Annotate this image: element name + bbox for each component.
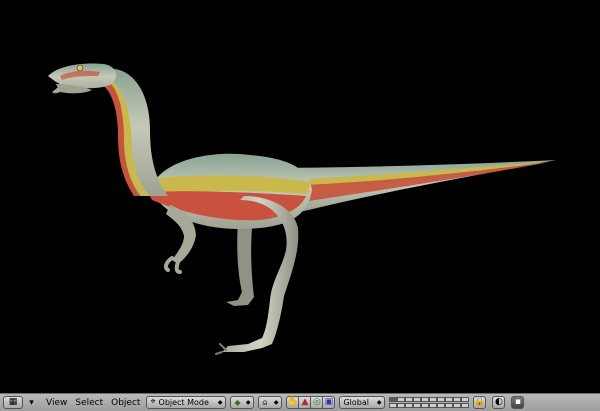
layer-7[interactable] — [437, 396, 446, 402]
editor-type-selector[interactable]: ▦ — [3, 396, 23, 409]
chevron-updown-icon: ◆ — [217, 398, 223, 406]
menu-object[interactable]: Object — [107, 398, 144, 408]
pivot-selector[interactable]: ⍝ ◆ — [258, 396, 283, 409]
chevron-updown-icon: ◆ — [376, 398, 382, 406]
layer-15[interactable] — [421, 402, 430, 408]
mode-label: Object Mode — [158, 397, 209, 407]
layer-20[interactable] — [461, 402, 470, 408]
menu-select[interactable]: Select — [71, 398, 107, 408]
camera-icon[interactable]: ▪ — [511, 396, 525, 409]
3d-view-header: ▦ ▾ View Select Object ⌖ Object Mode ◆ ◆… — [0, 393, 600, 411]
chevron-updown-icon: ◆ — [273, 398, 279, 406]
header-menus: View Select Object — [42, 396, 144, 410]
draw-type-icon: ◆ — [234, 397, 241, 407]
layer-14[interactable] — [413, 402, 422, 408]
layer-18[interactable] — [445, 402, 454, 408]
3d-viewport[interactable] — [0, 0, 600, 393]
orientation-selector[interactable]: Global ◆ — [339, 396, 386, 409]
render-icon[interactable]: ◐ — [492, 396, 506, 409]
layer-4[interactable] — [413, 396, 422, 402]
layer-19[interactable] — [453, 402, 462, 408]
layer-11[interactable] — [389, 402, 398, 408]
dinosaur-model — [48, 63, 556, 355]
chevron-updown-icon: ◆ — [245, 398, 251, 406]
far-leg — [226, 220, 254, 306]
layer-12[interactable] — [397, 402, 406, 408]
layer-1[interactable] — [389, 396, 398, 402]
lock-icon[interactable]: 🔒 — [473, 396, 487, 409]
draw-type-selector[interactable]: ◆ ◆ — [230, 396, 255, 409]
layer-13[interactable] — [405, 402, 414, 408]
menu-view[interactable]: View — [42, 398, 71, 408]
near-foot-claws — [215, 343, 227, 355]
layer-6[interactable] — [429, 396, 438, 402]
orientation-label: Global — [343, 397, 369, 407]
layer-10[interactable] — [461, 396, 470, 402]
layer-16[interactable] — [429, 402, 438, 408]
layer-8[interactable] — [445, 396, 454, 402]
pivot-icon: ⍝ — [262, 397, 268, 407]
triangle-down-icon[interactable]: ▾ — [25, 396, 38, 409]
layer-2[interactable] — [397, 396, 406, 402]
manipulator-group: ✋ ▲ ◎ ▣ — [286, 396, 336, 409]
scale-icon[interactable]: ▣ — [322, 396, 336, 409]
grid-icon: ▦ — [8, 397, 18, 407]
layer-3[interactable] — [405, 396, 414, 402]
mode-selector[interactable]: ⌖ Object Mode ◆ — [146, 396, 227, 409]
layer-17[interactable] — [437, 402, 446, 408]
eye — [76, 64, 84, 72]
layer-5[interactable] — [421, 396, 430, 402]
layer-9[interactable] — [453, 396, 462, 402]
layer-buttons[interactable] — [389, 396, 470, 409]
